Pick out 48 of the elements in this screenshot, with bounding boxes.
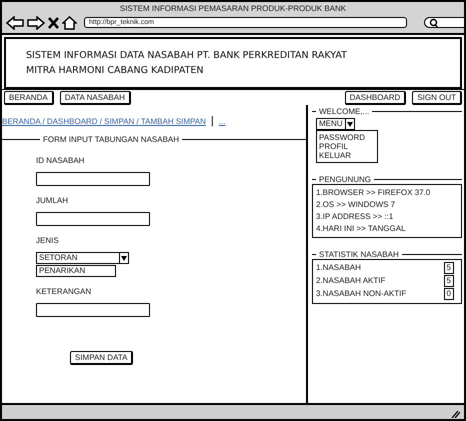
dropdown-button[interactable] [120, 252, 129, 264]
header-title: SISTEM INFORMASI DATA NASABAH PT. BANK PERKREDITAN RAKYAT [26, 50, 348, 61]
field-label: KETERANGAN [36, 287, 92, 296]
field-label: JUMLAH [36, 196, 70, 205]
breadcrumb-separator: | [210, 115, 214, 127]
home-icon[interactable] [62, 16, 77, 30]
search-icon [429, 18, 439, 28]
dropdown-button[interactable] [346, 118, 355, 130]
caret-icon [346, 122, 353, 126]
caret-icon [121, 256, 127, 260]
menu-item[interactable]: PASSWORD [319, 133, 375, 142]
back-icon[interactable] [6, 16, 24, 30]
menu-item[interactable]: PROFIL [319, 142, 375, 151]
select-field[interactable]: SETORAN [36, 252, 120, 264]
visitor-legend: PENGUNUNG [316, 175, 374, 184]
statistic-count: 5 [444, 275, 454, 287]
field-label: JENIS [36, 236, 60, 245]
statistics-legend: STATISTIK NASABAH [316, 250, 402, 259]
statistic-label: 3.NASABAH NON-AKTIF [316, 289, 406, 299]
forward-icon[interactable] [27, 16, 45, 30]
statistic-label: 2.NASABAH AKTIF [316, 276, 386, 286]
visitor-info: 4.HARI INI >> TANGGAL [316, 223, 407, 235]
form-legend: FORM INPUT TABUNGAN NASABAH [40, 135, 182, 144]
breadcrumb-link[interactable]: BERANDA / DASHBOARD / SIMPAN / TAMBAH SIMPAN [2, 116, 206, 126]
statistic-count: 5 [444, 262, 454, 274]
nav-button[interactable]: DATA NASABAH [60, 91, 131, 105]
input-field[interactable] [36, 212, 150, 226]
dropdown-option[interactable]: PENARIKAN [37, 266, 115, 276]
menu-dropdown[interactable]: MENU [316, 118, 346, 130]
field-label: ID NASABAH [36, 156, 86, 165]
visitor-info: 1.BROWSER >> FIREFOX 37.0 [316, 187, 432, 199]
nav-button[interactable]: DASHBOARD [344, 91, 406, 105]
statistic-label: 1.NASABAH [316, 263, 361, 273]
visitor-info: 3.IP ADDRESS >> ::1 [316, 211, 394, 223]
statistic-count: 0 [444, 288, 454, 300]
save-button[interactable]: SIMPAN DATA [70, 351, 134, 365]
welcome-legend: WELCOME,... [316, 107, 372, 116]
breadcrumb-more-link[interactable]: ... [218, 116, 226, 126]
search-field[interactable] [424, 17, 464, 28]
nav-button[interactable]: SIGN OUT [412, 91, 462, 105]
nav-button[interactable]: BERANDA [4, 91, 54, 105]
input-field[interactable] [36, 303, 150, 317]
close-icon[interactable] [48, 16, 59, 28]
visitor-info: 2.OS >> WINDOWS 7 [316, 199, 396, 211]
menu-item[interactable]: KELUAR [319, 151, 375, 160]
window-title: SISTEM INFORMASI PEMASARAN PRODUK-PRODUK BANK [118, 3, 348, 14]
header-title: MITRA HARMONI CABANG KADIPATEN [26, 65, 204, 76]
input-field[interactable] [36, 172, 150, 186]
